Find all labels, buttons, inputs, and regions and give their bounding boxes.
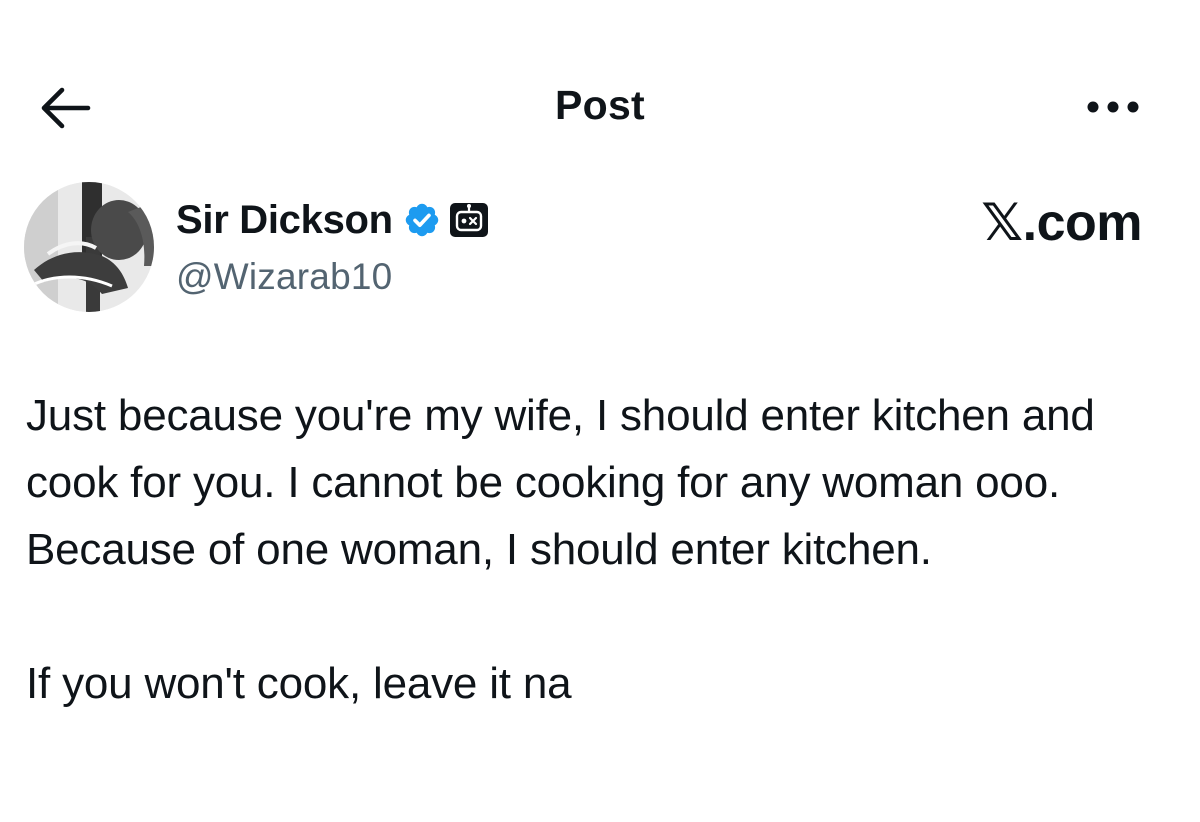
top-navigation-bar: Post (0, 60, 1200, 150)
post-text: Just because you're my wife, I should en… (26, 382, 1176, 717)
automated-account-icon[interactable] (449, 200, 489, 240)
profile-photo (24, 182, 154, 312)
post-paragraph: Just because you're my wife, I should en… (26, 391, 1095, 574)
author-handle[interactable]: @Wizarab10 (176, 252, 489, 302)
verified-badge-icon[interactable] (403, 201, 441, 239)
author-name-row: Sir Dickson (176, 194, 489, 246)
more-horizontal-icon (1087, 101, 1139, 113)
more-options-button[interactable] (1080, 82, 1146, 132)
author-display-name[interactable]: Sir Dickson (176, 194, 393, 246)
page-title: Post (554, 82, 646, 128)
site-watermark: 𝕏.com (981, 194, 1142, 252)
avatar[interactable] (24, 182, 154, 312)
author-info: Sir Dickson @Wizarab10 (176, 194, 489, 302)
post-paragraph: If you won't cook, leave it na (26, 659, 572, 708)
